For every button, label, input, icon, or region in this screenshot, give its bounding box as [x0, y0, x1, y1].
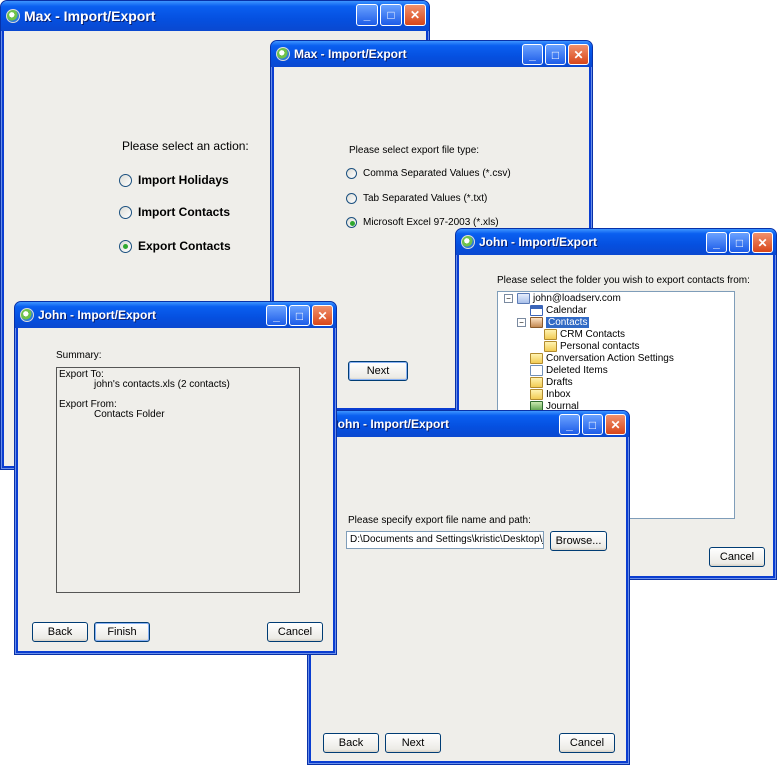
summary-box: Export To: john's contacts.xls (2 contac… — [56, 367, 300, 593]
next-button[interactable]: Next — [385, 733, 441, 753]
tree-item-conversation-action-settings[interactable]: Conversation Action Settings — [530, 353, 674, 364]
maximize-icon[interactable]: □ — [289, 305, 310, 326]
option-label: Comma Separated Values (*.csv) — [363, 168, 511, 179]
folder-icon — [544, 341, 557, 352]
folder-prompt: Please select the folder you wish to exp… — [497, 275, 750, 286]
title-bar[interactable]: John - Import/Export _ □ ✕ — [15, 302, 336, 328]
option-label: Microsoft Excel 97-2003 (*.xls) — [363, 217, 499, 228]
radio-button-selected[interactable] — [119, 239, 132, 253]
tree-item-label: Calendar — [546, 305, 587, 316]
close-icon[interactable]: ✕ — [312, 305, 333, 326]
tree-item-label: Inbox — [546, 389, 571, 400]
maximize-icon[interactable]: □ — [729, 232, 750, 253]
option-label: Export Contacts — [138, 239, 231, 253]
summary-label: Summary: — [56, 350, 102, 361]
import-export-window-summary: John - Import/Export _ □ ✕ Summary: Expo… — [14, 301, 337, 655]
minimize-icon[interactable]: _ — [706, 232, 727, 253]
window-title: John - Import/Export — [38, 308, 156, 322]
back-button[interactable]: Back — [323, 733, 379, 753]
title-bar[interactable]: John - Import/Export _ □ ✕ — [308, 411, 629, 437]
maximize-icon[interactable]: □ — [380, 4, 402, 26]
mailbox-icon — [517, 293, 530, 304]
export-to-value: john's contacts.xls (2 contacts) — [94, 379, 230, 390]
option-label: Tab Separated Values (*.txt) — [363, 193, 488, 204]
close-icon[interactable]: ✕ — [605, 414, 626, 435]
option-label: Import Contacts — [138, 205, 231, 219]
option-export-contacts[interactable]: Export Contacts — [119, 239, 231, 253]
next-button[interactable]: Next — [348, 361, 408, 381]
maximize-icon[interactable]: □ — [545, 44, 566, 65]
radio-button[interactable] — [119, 173, 132, 187]
action-prompt: Please select an action: — [122, 139, 249, 153]
radio-button[interactable] — [346, 168, 357, 179]
minimize-icon[interactable]: _ — [559, 414, 580, 435]
window-title: John - Import/Export — [331, 417, 449, 431]
tree-item-label: CRM Contacts — [560, 329, 626, 340]
deleted-items-icon — [530, 365, 543, 376]
contacts-folder-icon — [530, 317, 543, 328]
tree-item-mailbox[interactable]: − john@loadserv.com — [504, 293, 621, 304]
file-path-input[interactable]: D:\Documents and Settings\kristic\Deskto… — [346, 531, 544, 549]
tree-item-deleted-items[interactable]: Deleted Items — [530, 365, 608, 376]
cancel-button[interactable]: Cancel — [267, 622, 323, 642]
back-button[interactable]: Back — [32, 622, 88, 642]
finish-button[interactable]: Finish — [94, 622, 150, 642]
title-bar[interactable]: Max - Import/Export _ □ ✕ — [1, 1, 429, 31]
close-icon[interactable]: ✕ — [404, 4, 426, 26]
tree-item-label: john@loadserv.com — [533, 293, 621, 304]
option-csv[interactable]: Comma Separated Values (*.csv) — [346, 168, 511, 179]
maximize-icon[interactable]: □ — [582, 414, 603, 435]
inbox-icon — [530, 389, 543, 400]
cancel-button[interactable]: Cancel — [559, 733, 615, 753]
collapse-icon[interactable]: − — [504, 294, 513, 303]
option-import-contacts[interactable]: Import Contacts — [119, 205, 230, 219]
drafts-icon — [530, 377, 543, 388]
folder-icon — [544, 329, 557, 340]
tree-item-crm-contacts[interactable]: CRM Contacts — [544, 329, 625, 340]
option-txt[interactable]: Tab Separated Values (*.txt) — [346, 193, 487, 204]
app-icon — [20, 308, 34, 322]
calendar-folder-icon — [530, 305, 543, 316]
export-from-value: Contacts Folder — [94, 409, 165, 420]
radio-button[interactable] — [346, 193, 357, 204]
cancel-button[interactable]: Cancel — [709, 547, 765, 567]
tree-item-contacts[interactable]: − Contacts — [517, 317, 590, 328]
radio-button-selected[interactable] — [346, 217, 357, 228]
tree-item-label: Conversation Action Settings — [546, 353, 674, 364]
option-label: Import Holidays — [138, 173, 229, 187]
close-icon[interactable]: ✕ — [568, 44, 589, 65]
window-title: John - Import/Export — [479, 235, 597, 249]
collapse-icon[interactable]: − — [517, 318, 526, 327]
browse-button[interactable]: Browse... — [550, 531, 607, 551]
app-icon — [276, 47, 290, 61]
tree-item-personal-contacts[interactable]: Personal contacts — [544, 341, 640, 352]
minimize-icon[interactable]: _ — [522, 44, 543, 65]
option-xls[interactable]: Microsoft Excel 97-2003 (*.xls) — [346, 217, 499, 228]
path-prompt: Please specify export file name and path… — [348, 515, 531, 526]
app-icon — [6, 9, 20, 23]
tree-item-label: Deleted Items — [546, 365, 608, 376]
folder-icon — [530, 353, 543, 364]
window-title: Max - Import/Export — [294, 47, 407, 61]
window-title: Max - Import/Export — [24, 8, 156, 24]
option-import-holidays[interactable]: Import Holidays — [119, 173, 229, 187]
title-bar[interactable]: John - Import/Export _ □ ✕ — [456, 229, 776, 255]
tree-item-label: Personal contacts — [560, 341, 640, 352]
app-icon — [461, 235, 475, 249]
title-bar[interactable]: Max - Import/Export _ □ ✕ — [271, 41, 592, 67]
tree-item-calendar[interactable]: Calendar — [530, 305, 587, 316]
tree-item-inbox[interactable]: Inbox — [530, 389, 570, 400]
tree-item-label-selected: Contacts — [546, 317, 590, 328]
import-export-window-file-path: John - Import/Export _ □ ✕ Please specif… — [307, 410, 630, 765]
radio-button[interactable] — [119, 205, 132, 219]
minimize-icon[interactable]: _ — [356, 4, 378, 26]
tree-item-drafts[interactable]: Drafts — [530, 377, 573, 388]
file-type-prompt: Please select export file type: — [349, 145, 480, 156]
minimize-icon[interactable]: _ — [266, 305, 287, 326]
tree-item-label: Drafts — [546, 377, 573, 388]
close-icon[interactable]: ✕ — [752, 232, 773, 253]
